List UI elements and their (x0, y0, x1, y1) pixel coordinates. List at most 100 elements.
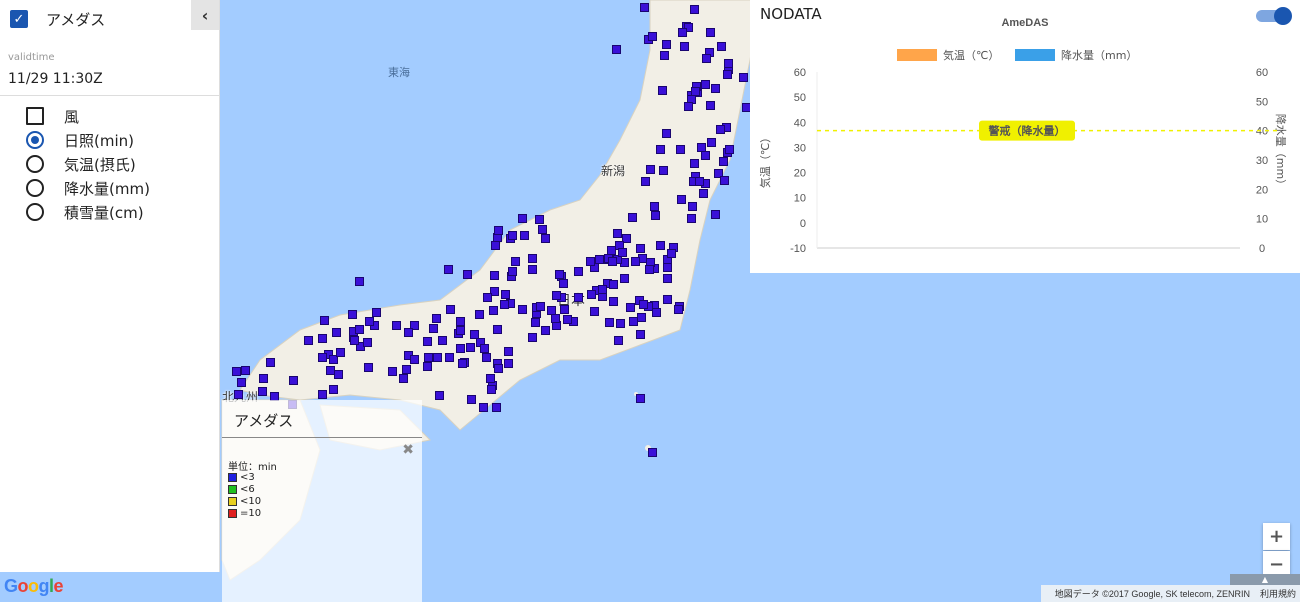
station-marker[interactable] (519, 231, 529, 240)
station-marker[interactable] (710, 83, 720, 93)
station-marker[interactable] (700, 150, 710, 160)
station-marker[interactable] (458, 359, 468, 369)
snow-radio[interactable] (26, 203, 44, 221)
station-marker[interactable] (444, 352, 454, 362)
station-marker[interactable] (723, 59, 733, 69)
station-marker[interactable] (657, 86, 667, 96)
station-marker[interactable] (404, 327, 414, 337)
station-marker[interactable] (648, 448, 657, 457)
station-marker[interactable] (722, 70, 732, 80)
station-marker[interactable] (701, 79, 711, 89)
station-marker[interactable] (318, 390, 328, 400)
station-marker[interactable] (663, 274, 673, 284)
station-marker[interactable] (699, 189, 709, 199)
station-marker[interactable] (536, 302, 546, 312)
station-marker[interactable] (347, 310, 357, 319)
station-marker[interactable] (725, 144, 735, 154)
station-marker[interactable] (528, 333, 538, 343)
station-marker[interactable] (491, 403, 501, 413)
station-marker[interactable] (559, 304, 569, 314)
station-marker[interactable] (531, 318, 541, 328)
station-marker[interactable] (490, 241, 500, 251)
station-marker[interactable] (535, 214, 545, 224)
close-icon[interactable]: ✖ (402, 442, 414, 458)
station-marker[interactable] (455, 343, 465, 353)
station-marker[interactable] (237, 377, 247, 387)
station-marker[interactable] (719, 176, 729, 185)
station-marker[interactable] (656, 145, 666, 155)
station-marker[interactable] (355, 277, 364, 286)
station-marker[interactable] (336, 347, 346, 357)
station-marker[interactable] (258, 374, 268, 384)
station-marker[interactable] (258, 387, 268, 397)
station-marker[interactable] (595, 254, 605, 264)
station-marker[interactable] (686, 214, 696, 224)
station-marker[interactable] (365, 316, 375, 326)
station-marker[interactable] (349, 336, 359, 346)
station-marker[interactable] (444, 265, 454, 275)
station-marker[interactable] (739, 73, 749, 83)
station-marker[interactable] (662, 39, 672, 49)
station-marker[interactable] (474, 310, 484, 320)
station-marker[interactable] (679, 41, 689, 51)
station-marker[interactable] (432, 352, 442, 362)
station-marker[interactable] (422, 361, 432, 371)
station-marker[interactable] (701, 53, 711, 63)
station-marker[interactable] (482, 293, 492, 303)
station-marker[interactable] (303, 335, 313, 345)
station-marker[interactable] (637, 312, 647, 322)
scroll-up-icon[interactable]: ▲ (1230, 574, 1300, 585)
station-marker[interactable] (528, 264, 538, 274)
station-marker[interactable] (423, 336, 433, 346)
station-marker[interactable] (503, 347, 513, 357)
station-marker[interactable] (511, 256, 521, 266)
station-marker[interactable] (636, 330, 646, 340)
station-marker[interactable] (559, 279, 569, 289)
station-marker[interactable] (333, 370, 343, 380)
station-marker[interactable] (687, 202, 697, 212)
station-marker[interactable] (608, 280, 618, 290)
station-marker[interactable] (574, 266, 584, 276)
station-marker[interactable] (696, 142, 706, 152)
station-marker[interactable] (466, 343, 476, 353)
station-marker[interactable] (508, 231, 518, 241)
station-marker[interactable] (363, 362, 373, 372)
station-marker[interactable] (320, 316, 330, 326)
station-marker[interactable] (518, 305, 528, 315)
station-marker[interactable] (651, 308, 661, 318)
station-marker[interactable] (705, 27, 715, 37)
station-marker[interactable] (683, 101, 693, 111)
station-marker[interactable] (590, 306, 600, 316)
station-marker[interactable] (325, 366, 335, 376)
station-marker[interactable] (719, 156, 729, 166)
station-marker[interactable] (710, 210, 720, 220)
station-marker[interactable] (499, 299, 509, 309)
option-snow[interactable]: 積雪量(cm) (26, 200, 219, 224)
station-marker[interactable] (398, 373, 408, 383)
station-marker[interactable] (437, 336, 447, 346)
station-marker[interactable] (455, 326, 465, 336)
station-marker[interactable] (574, 293, 584, 303)
station-marker[interactable] (690, 4, 700, 14)
station-marker[interactable] (662, 128, 672, 138)
station-marker[interactable] (388, 366, 398, 376)
station-marker[interactable] (647, 32, 657, 42)
layer-checkbox[interactable]: ✓ (10, 10, 28, 28)
station-marker[interactable] (555, 270, 565, 280)
station-marker[interactable] (317, 334, 327, 344)
station-marker[interactable] (716, 41, 726, 51)
station-marker[interactable] (645, 264, 655, 274)
station-marker[interactable] (638, 300, 648, 310)
station-marker[interactable] (540, 233, 550, 243)
station-marker[interactable] (551, 291, 561, 301)
station-marker[interactable] (392, 320, 402, 330)
station-marker[interactable] (492, 324, 502, 334)
station-marker[interactable] (540, 325, 550, 335)
station-marker[interactable] (463, 270, 473, 280)
station-marker[interactable] (493, 225, 503, 235)
zoom-in-button[interactable]: + (1263, 523, 1290, 550)
station-marker[interactable] (240, 366, 250, 376)
station-marker[interactable] (233, 390, 243, 400)
station-marker[interactable] (639, 2, 649, 12)
station-marker[interactable] (586, 290, 596, 300)
